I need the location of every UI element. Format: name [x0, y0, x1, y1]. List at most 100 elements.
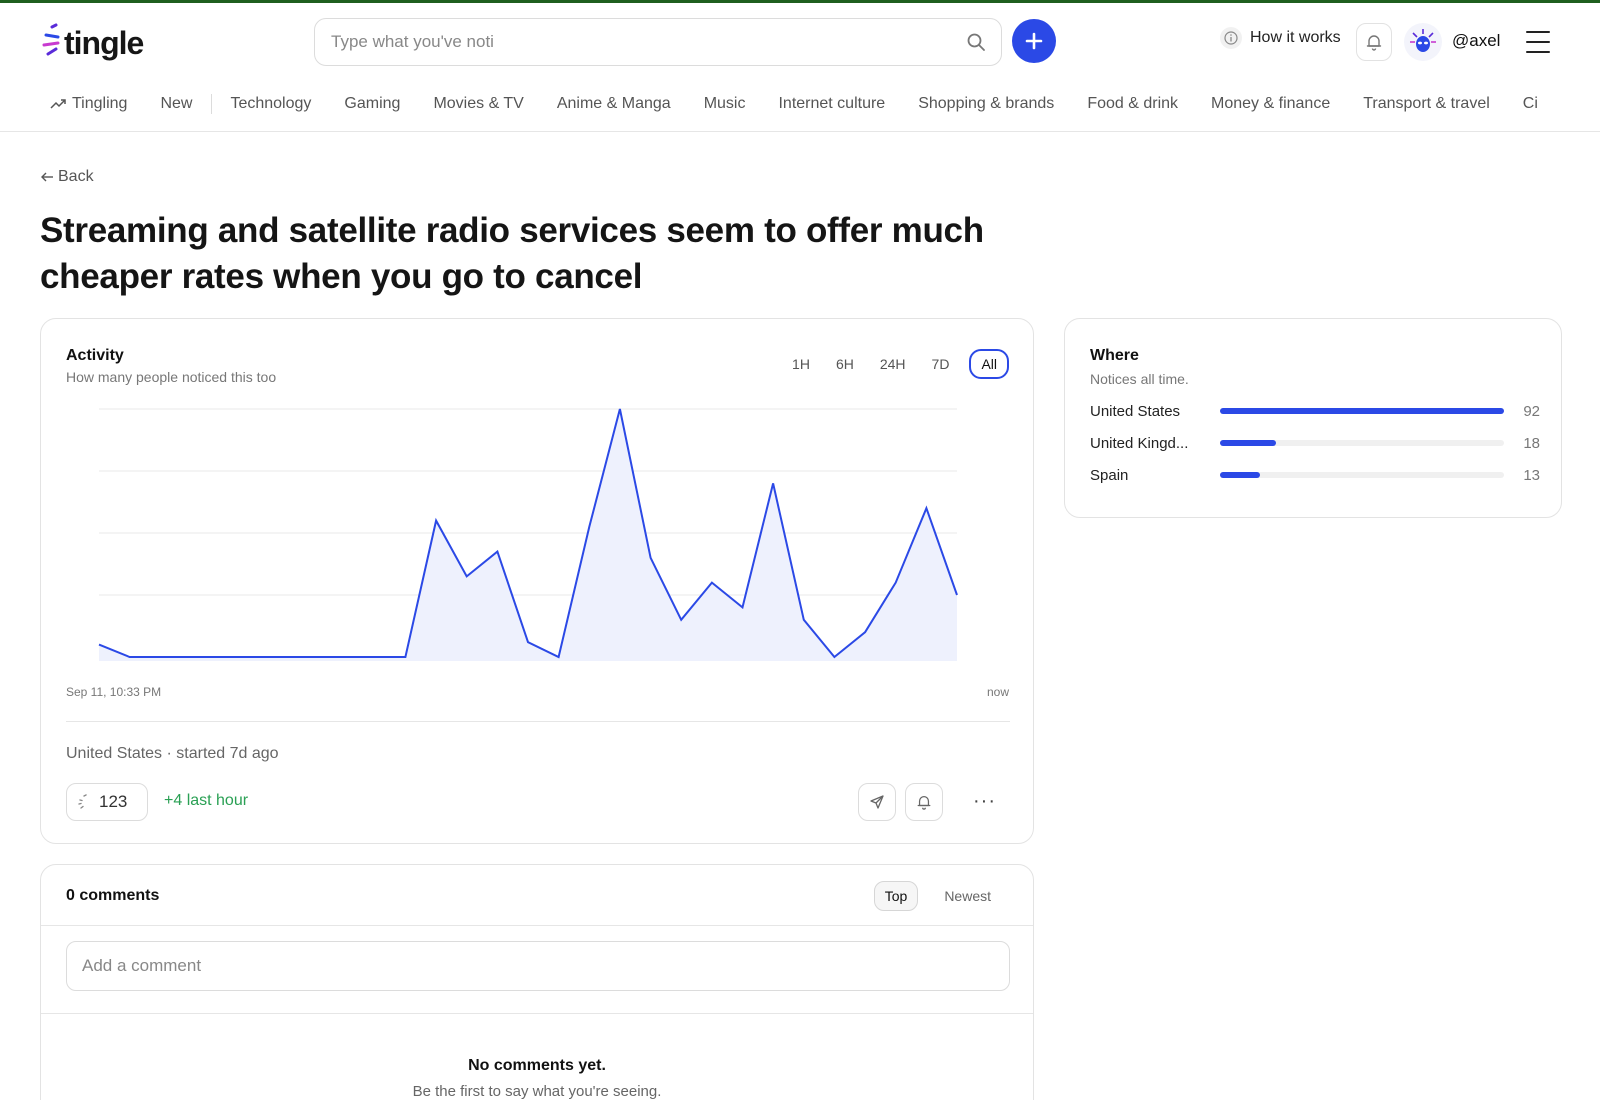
activity-subtitle: How many people noticed this too: [66, 369, 277, 385]
nav-item-label: Ci: [1522, 95, 1538, 112]
nav-item-new[interactable]: New: [160, 95, 192, 113]
nav-item-money-finance[interactable]: Money & finance: [1211, 95, 1330, 113]
location-count: 13: [1523, 466, 1540, 484]
nav-item-movies-tv[interactable]: Movies & TV: [433, 95, 523, 113]
trending-icon: [50, 99, 66, 109]
nav-item-label: Music: [703, 95, 746, 112]
location-bar-track: [1220, 408, 1504, 414]
notice-count: 123: [99, 792, 128, 811]
where-title: Where: [1090, 347, 1139, 364]
nav-item-internet-culture[interactable]: Internet culture: [778, 95, 885, 113]
notice-count-button[interactable]: 123: [66, 783, 148, 821]
nav-item-label: Shopping & brands: [918, 95, 1055, 112]
nav-item-label: New: [160, 95, 193, 112]
notifications-button[interactable]: [1356, 23, 1392, 61]
search-bar[interactable]: [314, 18, 1002, 66]
bell-icon: [917, 796, 931, 810]
divider: [41, 925, 1033, 926]
nav-item-transport-travel[interactable]: Transport & travel: [1363, 95, 1490, 113]
nav-item-shopping-brands[interactable]: Shopping & brands: [918, 95, 1054, 113]
comments-heading: 0 comments: [66, 887, 160, 904]
empty-comments-subtitle: Be the first to say what you're seeing.: [412, 1083, 662, 1100]
range-tab-all[interactable]: All: [969, 349, 1009, 379]
range-tab-24h[interactable]: 24H: [874, 351, 912, 377]
back-label: Back: [58, 168, 94, 185]
arrow-left-icon: [41, 172, 53, 182]
nav-item-truncated[interactable]: Ci: [1523, 95, 1538, 113]
location-count: 92: [1523, 402, 1540, 420]
nav-divider: [211, 94, 213, 114]
nav-item-tingling[interactable]: Tingling: [50, 95, 127, 113]
divider: [66, 721, 1010, 722]
time-range-tabs: 1H 6H 24H 7D All: [786, 349, 1009, 379]
range-tab-1h[interactable]: 1H: [786, 351, 816, 377]
where-subtitle: Notices all time.: [1090, 371, 1189, 387]
logo-text: tingle: [64, 24, 144, 61]
plus-icon: [1025, 32, 1043, 50]
nav-item-label: Technology: [230, 95, 312, 112]
divider: [41, 1013, 1033, 1014]
share-button[interactable]: [858, 783, 896, 821]
comment-sort-tabs: Top Newest: [873, 881, 1001, 911]
follow-button[interactable]: [905, 783, 943, 821]
nav-item-label: Money & finance: [1211, 95, 1331, 112]
location-bar-fill: [1220, 472, 1261, 478]
hamburger-menu-icon[interactable]: [1526, 31, 1550, 53]
how-it-works-link[interactable]: How it works: [1220, 27, 1341, 49]
nav-item-label: Movies & TV: [433, 95, 524, 112]
location-bar-fill: [1220, 440, 1276, 446]
location-bar-fill: [1220, 408, 1504, 414]
location-name: Spain: [1090, 466, 1129, 484]
location-name: United States: [1090, 402, 1181, 420]
location-row: Spain 13: [1090, 463, 1540, 487]
nav-item-label: Food & drink: [1087, 95, 1179, 112]
nav-item-gaming[interactable]: Gaming: [344, 95, 400, 113]
tingle-spark-icon: [78, 794, 87, 809]
search-icon[interactable]: [965, 31, 987, 53]
nav-item-label: Anime & Manga: [556, 95, 671, 112]
tingle-logo-icon: [42, 23, 60, 56]
how-it-works-label: How it works: [1250, 29, 1341, 46]
location-row: United States 92: [1090, 399, 1540, 423]
activity-card: Activity How many people noticed this to…: [40, 318, 1034, 844]
nav-item-food-drink[interactable]: Food & drink: [1087, 95, 1178, 113]
nav-item-music[interactable]: Music: [704, 95, 746, 113]
header: tingle How it works @axel: [0, 3, 1600, 83]
alien-avatar-icon: [1410, 29, 1436, 52]
search-input[interactable]: [331, 32, 965, 52]
comments-card: 0 comments Top Newest No comments yet. B…: [40, 864, 1034, 1100]
location-row: United Kingd... 18: [1090, 431, 1540, 455]
sort-tab-top[interactable]: Top: [873, 881, 919, 911]
location-bar-track: [1220, 472, 1504, 478]
username[interactable]: @axel: [1452, 31, 1500, 51]
category-nav: Tingling New Technology Gaming Movies & …: [0, 86, 1600, 132]
x-axis-start-label: Sep 11, 10:33 PM: [66, 685, 162, 699]
info-icon: [1220, 27, 1242, 49]
avatar[interactable]: [1404, 23, 1442, 61]
send-icon: [870, 795, 884, 809]
page-title: Streaming and satellite radio services s…: [40, 211, 984, 296]
range-tab-7d[interactable]: 7D: [926, 351, 956, 377]
nav-item-label: Tingling: [72, 95, 128, 112]
sort-tab-newest[interactable]: Newest: [934, 882, 1001, 910]
last-hour-delta: +4 last hour: [164, 792, 249, 809]
nav-item-label: Transport & travel: [1363, 95, 1490, 112]
x-axis-end-label: now: [986, 685, 1009, 699]
range-tab-6h[interactable]: 6H: [830, 351, 860, 377]
nav-item-anime-manga[interactable]: Anime & Manga: [557, 95, 671, 113]
activity-title: Activity: [66, 347, 124, 364]
add-notice-button[interactable]: [1012, 19, 1056, 63]
location-bar-track: [1220, 440, 1504, 446]
more-options-icon[interactable]: ···: [973, 791, 996, 811]
location-name: United Kingd...: [1090, 434, 1189, 452]
logo[interactable]: tingle: [40, 21, 144, 65]
back-link[interactable]: Back: [40, 168, 94, 186]
notice-meta: United States · started 7d ago: [66, 745, 279, 762]
nav-item-technology[interactable]: Technology: [230, 95, 311, 113]
empty-comments-title: No comments yet.: [468, 1057, 606, 1074]
where-card: Where Notices all time. United States 92…: [1064, 318, 1562, 518]
comment-input[interactable]: [66, 941, 1010, 991]
nav-item-label: Gaming: [344, 95, 401, 112]
chart-area-fill: [99, 409, 957, 661]
location-count: 18: [1523, 434, 1540, 452]
